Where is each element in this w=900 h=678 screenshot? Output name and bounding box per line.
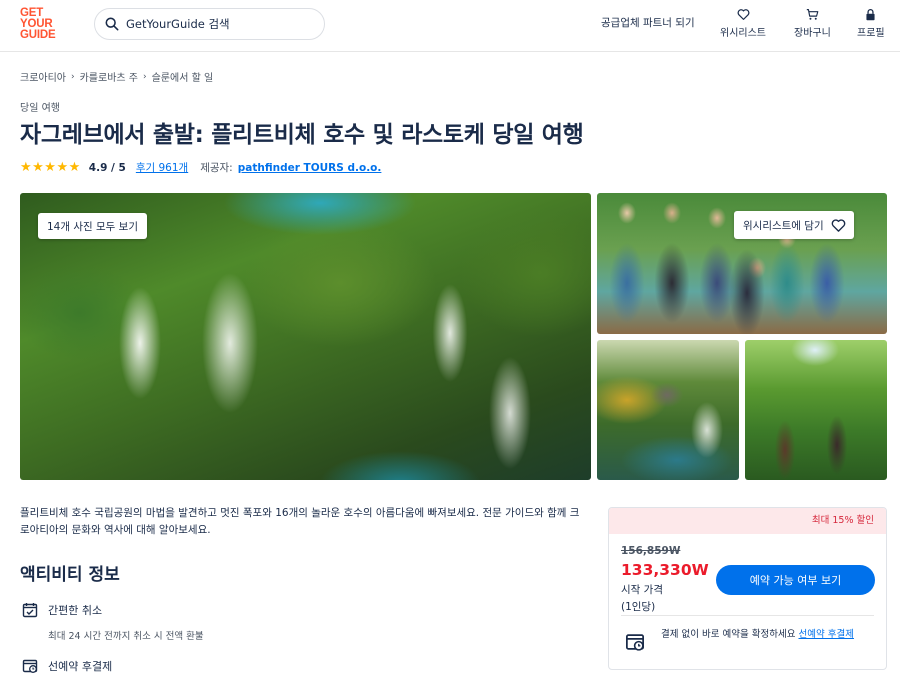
breadcrumb-item[interactable]: 크로아티아	[20, 69, 66, 84]
provider-label: 제공자:	[200, 162, 233, 174]
reviews-link[interactable]: 후기 961개	[136, 160, 188, 175]
logo-line-3: GUIDE	[20, 29, 56, 41]
divider	[621, 615, 874, 616]
chevron-right-icon: ›	[143, 71, 147, 82]
feature-title: 간편한 취소	[48, 604, 103, 617]
top-header: GET YOUR GUIDE 공급업체 파트너 되기 위시리스트 장바구니 프로…	[0, 0, 900, 52]
calendar-clock-icon	[22, 659, 38, 673]
discounted-price: 133,330W	[621, 561, 709, 579]
provider-link[interactable]: pathfinder TOURS d.o.o.	[238, 162, 382, 174]
breadcrumb-item[interactable]: 카를로바츠 주	[80, 69, 138, 84]
breadcrumb-item[interactable]: 슬룬에서 할 일	[152, 69, 214, 84]
rating-value: 4.9 / 5	[88, 161, 126, 174]
reserve-now-info: 결제 없이 바로 예약을 확정하세요 선예약 후결제	[661, 627, 877, 642]
check-availability-button[interactable]: 예약 가능 여부 보기	[716, 565, 875, 595]
price-label: 시작 가격	[621, 584, 663, 596]
rating-row: ★★★★★ 4.9 / 5 후기 961개 제공자: pathfinder TO…	[20, 160, 381, 175]
breadcrumb: 크로아티아 › 카를로바츠 주 › 슬룬에서 할 일	[20, 69, 214, 85]
become-partner-link[interactable]: 공급업체 파트너 되기	[601, 15, 695, 30]
activity-description: 플리트비체 호수 국립공원의 마법을 발견하고 멋진 폭포와 16개의 놀라운 …	[20, 507, 580, 536]
feature-reserve-now-pay-later: 선예약 후결제	[22, 658, 112, 674]
nav-cart-label: 장바구니	[794, 28, 831, 39]
feature-title: 선예약 후결제	[48, 660, 113, 673]
calendar-clock-icon	[626, 634, 644, 651]
reserve-now-pay-later-link[interactable]: 선예약 후결제	[798, 629, 853, 640]
search-icon	[105, 17, 119, 31]
nav-profile[interactable]: 프로필	[857, 8, 885, 39]
discount-badge: 최대 15% 할인	[609, 508, 886, 534]
feature-subtitle: 최대 24 시간 전까지 취소 시 전액 환불	[48, 631, 204, 642]
view-all-photos-button[interactable]: 14개 사진 모두 보기	[38, 213, 147, 239]
nav-wishlist[interactable]: 위시리스트	[720, 8, 766, 39]
cart-icon	[806, 9, 819, 20]
nav-profile-label: 프로필	[857, 28, 885, 39]
heart-icon	[737, 9, 749, 20]
search-bar[interactable]	[94, 8, 325, 40]
feature-free-cancellation: 간편한 취소	[22, 602, 102, 618]
add-to-wishlist-button[interactable]: 위시리스트에 담기	[734, 211, 854, 239]
getyourguide-logo[interactable]: GET YOUR GUIDE	[20, 7, 64, 42]
gallery-photo-rastoke[interactable]	[597, 340, 739, 480]
lock-icon	[866, 8, 875, 21]
activity-info-title: 액티비티 정보	[20, 565, 120, 585]
booking-card: 최대 15% 할인 156,859W 133,330W 시작 가격 (1인당) …	[608, 507, 887, 670]
nav-wishlist-label: 위시리스트	[720, 28, 766, 39]
calendar-check-icon	[22, 603, 38, 618]
star-rating-icon: ★★★★★	[20, 160, 81, 175]
search-input[interactable]	[126, 17, 306, 31]
nav-cart[interactable]: 장바구니	[794, 8, 831, 39]
heart-icon	[831, 218, 845, 232]
gallery-photo-hikers[interactable]	[745, 340, 887, 480]
page-title: 자그레브에서 출발: 플리트비체 호수 및 라스토케 당일 여행	[20, 122, 584, 148]
price-unit: (1인당)	[621, 601, 656, 613]
reserve-now-text: 결제 없이 바로 예약을 확정하세요	[661, 629, 796, 640]
chevron-right-icon: ›	[71, 71, 75, 82]
original-price: 156,859W	[621, 545, 681, 557]
add-to-wishlist-label: 위시리스트에 담기	[743, 219, 824, 232]
activity-category: 당일 여행	[20, 103, 60, 114]
